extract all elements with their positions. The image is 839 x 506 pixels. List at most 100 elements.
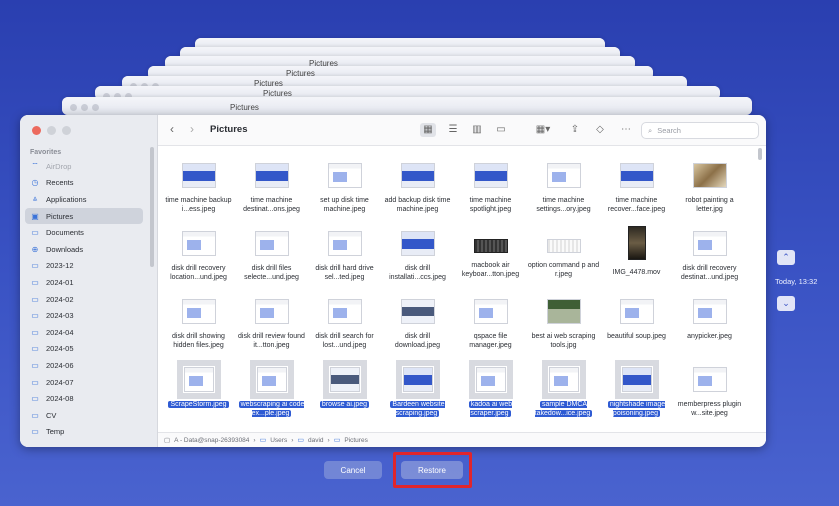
file-item[interactable]: nightshade image poisoning.jpeg <box>600 359 673 427</box>
file-item[interactable]: best ai web scraping tools.jpg <box>527 291 600 359</box>
file-item[interactable]: set up disk time machine.jpeg <box>308 155 381 223</box>
file-thumbnail <box>468 360 513 399</box>
sidebar-item-2024-03[interactable]: ▭ 2024-03 <box>25 307 143 324</box>
file-name: webscraping ai code ex...ple.jpeg <box>236 400 308 418</box>
file-item[interactable]: disk drill files selecte...und.jpeg <box>235 223 308 291</box>
file-name-text: sample DMCA takedow...ice.jpeg <box>534 401 593 417</box>
file-thumbnail <box>546 299 581 324</box>
file-thumbnail <box>400 299 435 324</box>
file-name-text: memberpress plugin w...site.jpeg <box>677 401 742 417</box>
file-item[interactable]: disk drill download.jpeg <box>381 291 454 359</box>
timemachine-earlier-button[interactable]: ⌃ <box>777 250 795 265</box>
file-thumbnail <box>181 163 216 188</box>
path-segment[interactable]: Pictures <box>344 437 367 444</box>
search-field[interactable]: ⌕ Search <box>641 122 759 139</box>
file-item[interactable]: disk drill review found it...tton.jpeg <box>235 291 308 359</box>
file-item[interactable]: time machine settings...ory.jpeg <box>527 155 600 223</box>
sidebar-item-pictures[interactable]: ▣ Pictures <box>25 207 143 225</box>
window-title: Pictures <box>210 124 248 135</box>
sidebar-item-2024-01[interactable]: ▭ 2024-01 <box>25 274 143 291</box>
file-thumbnail <box>692 299 727 324</box>
sidebar-item-2024-07[interactable]: ▭ 2024-07 <box>25 374 143 391</box>
minimize-dot-icon[interactable] <box>47 126 56 135</box>
airdrop-icon: ⌔ <box>31 161 39 171</box>
file-name: kadoa ai web scraper.jpeg <box>455 400 527 418</box>
file-thumbnail <box>176 360 221 399</box>
file-thumbnail <box>473 163 508 188</box>
file-name-text: time machine destinat...ons.jpeg <box>243 197 300 213</box>
sidebar-item-label: Pictures <box>46 211 74 221</box>
file-name-text: macbook air keyboar...tton.jpeg <box>461 262 520 278</box>
file-name-text: time machine recover...face.jpeg <box>607 197 666 213</box>
share-icon[interactable]: ⇪ <box>567 123 583 137</box>
sidebar-item-label: 2024-01 <box>46 277 74 287</box>
tag-icon[interactable]: ◇ <box>592 123 608 137</box>
sidebar-item-documents[interactable]: ▭ Documents <box>25 224 143 241</box>
file-item[interactable]: disk drill search for lost...und.jpeg <box>308 291 381 359</box>
sidebar-item-applications[interactable]: ⩓ Applications <box>25 191 143 208</box>
file-name-text: ScrapeStorm.jpeg <box>168 401 229 408</box>
file-item[interactable]: browse ai.jpeg <box>308 359 381 427</box>
file-item[interactable]: robot painting a letter.jpg <box>673 155 746 223</box>
file-item[interactable]: macbook air keyboar...tton.jpeg <box>454 223 527 291</box>
back-button[interactable]: ‹ <box>170 122 174 136</box>
file-item[interactable]: disk drill recovery destinat...und.jpeg <box>673 223 746 291</box>
cancel-button[interactable]: Cancel <box>324 461 382 479</box>
file-item[interactable]: kadoa ai web scraper.jpeg <box>454 359 527 427</box>
sidebar-item-temp[interactable]: ▭ Temp <box>25 424 143 441</box>
file-name-text: disk drill files selecte...und.jpeg <box>244 265 299 281</box>
file-item[interactable]: time machine destinat...ons.jpeg <box>235 155 308 223</box>
list-view-icon[interactable]: ☰ <box>445 123 461 137</box>
file-item[interactable]: time machine recover...face.jpeg <box>600 155 673 223</box>
file-item[interactable]: sample DMCA takedow...ice.jpeg <box>527 359 600 427</box>
file-item[interactable]: disk drill showing hidden files.jpeg <box>162 291 235 359</box>
file-item[interactable]: Bardeen website scraping.jpeg <box>381 359 454 427</box>
forward-button[interactable]: › <box>190 122 194 136</box>
close-dot-icon[interactable] <box>32 126 41 135</box>
path-segment[interactable]: david <box>308 437 324 444</box>
sidebar-item-2024-08[interactable]: ▭ 2024-08 <box>25 390 143 407</box>
file-thumbnail <box>254 299 289 324</box>
file-item[interactable]: disk drill hard drive sel...ted.jpeg <box>308 223 381 291</box>
file-item[interactable]: add backup disk time machine.jpeg <box>381 155 454 223</box>
sidebar-scrollbar[interactable] <box>150 147 154 267</box>
path-segment[interactable]: Users <box>270 437 287 444</box>
file-name-text: kadoa ai web scraper.jpeg <box>468 401 513 417</box>
file-item[interactable]: disk drill installati...ccs.jpeg <box>381 223 454 291</box>
file-item[interactable]: beautiful soup.jpeg <box>600 291 673 359</box>
file-name: nightshade image poisoning.jpeg <box>601 400 673 418</box>
sidebar-item-downloads[interactable]: ⊕ Downloads <box>25 241 143 258</box>
path-segment[interactable]: A - Data@snap-26393084 <box>174 437 249 444</box>
file-item[interactable]: time machine backup i...ess.jpeg <box>162 155 235 223</box>
file-item[interactable]: webscraping ai code ex...ple.jpeg <box>235 359 308 427</box>
sidebar-item-cv[interactable]: ▭ CV <box>25 407 143 424</box>
file-item[interactable]: anypicker.jpeg <box>673 291 746 359</box>
file-name: disk drill hard drive sel...ted.jpeg <box>309 264 381 282</box>
timemachine-later-button[interactable]: ⌄ <box>777 296 795 311</box>
sidebar-item-2024-04[interactable]: ▭ 2024-04 <box>25 324 143 341</box>
column-view-icon[interactable]: ▥ <box>469 123 485 137</box>
file-item[interactable]: memberpress plugin w...site.jpeg <box>673 359 746 427</box>
file-item[interactable]: option command p and r.jpeg <box>527 223 600 291</box>
zoom-dot-icon[interactable] <box>62 126 71 135</box>
sidebar-item-2023-12[interactable]: ▭ 2023-12 <box>25 258 143 275</box>
sidebar-item-2024-02[interactable]: ▭ 2024-02 <box>25 291 143 308</box>
sidebar-item-2024-06[interactable]: ▭ 2024-06 <box>25 357 143 374</box>
file-item[interactable]: time machine spotlight.jpeg <box>454 155 527 223</box>
search-placeholder: Search <box>657 126 681 135</box>
sidebar-item-recents[interactable]: ◷ Recents <box>25 175 143 192</box>
file-item[interactable]: qspace file manager.jpeg <box>454 291 527 359</box>
file-name-text: disk drill download.jpeg <box>394 333 441 349</box>
file-name: anypicker.jpeg <box>674 332 746 341</box>
file-item[interactable]: ScrapeStorm.jpeg <box>162 359 235 427</box>
group-by-icon[interactable]: ▦▾ <box>535 123 551 137</box>
sidebar-item-2024-05[interactable]: ▭ 2024-05 <box>25 341 143 358</box>
file-item[interactable]: disk drill recovery location...und.jpeg <box>162 223 235 291</box>
file-thumbnail <box>541 360 586 399</box>
icon-view-icon[interactable]: ▦ <box>420 123 436 137</box>
sidebar-item-airdrop[interactable]: ⌔ AirDrop <box>25 158 143 175</box>
file-item[interactable]: IMG_4478.mov <box>600 223 673 291</box>
gallery-view-icon[interactable]: ▭ <box>493 123 509 137</box>
file-thumbnail <box>473 299 508 324</box>
more-actions-icon[interactable]: ⋯ <box>618 123 634 137</box>
